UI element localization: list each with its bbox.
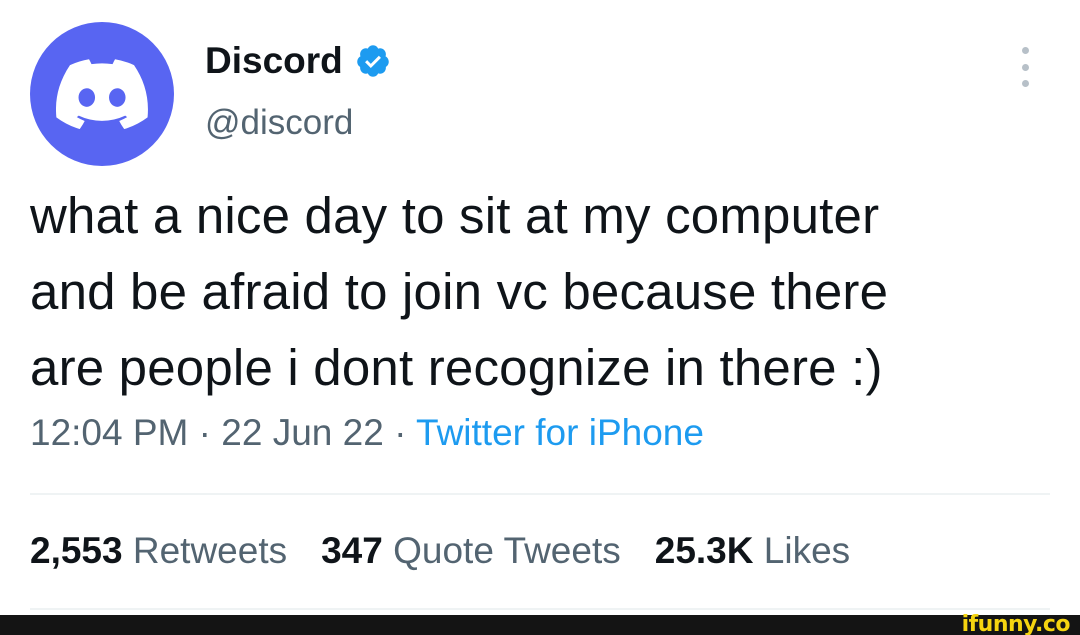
divider: [30, 493, 1050, 495]
more-options-icon[interactable]: [1018, 47, 1032, 87]
watermark-bar: ifunny.co: [0, 612, 1080, 635]
display-name[interactable]: Discord: [205, 40, 343, 82]
watermark: ifunny.co: [961, 612, 1071, 635]
tweet-stats: 2,553 Retweets 347 Quote Tweets 25.3K Li…: [30, 530, 850, 572]
retweets-label: Retweets: [132, 530, 288, 571]
retweets-stat[interactable]: 2,553 Retweets: [30, 530, 287, 572]
quote-tweets-label: Quote Tweets: [393, 530, 621, 571]
tweet-time[interactable]: 12:04 PM: [30, 412, 188, 453]
meta-separator: ·: [394, 412, 407, 453]
discord-logo-icon: [56, 59, 148, 129]
quote-tweets-count: 347: [321, 530, 383, 571]
retweets-count: 2,553: [30, 530, 123, 571]
tweet-meta: 12:04 PM · 22 Jun 22 · Twitter for iPhon…: [30, 412, 704, 454]
quote-tweets-stat[interactable]: 347 Quote Tweets: [321, 530, 621, 572]
divider: [30, 608, 1050, 610]
author-handle[interactable]: @discord: [205, 103, 353, 143]
verified-badge-icon: [357, 45, 389, 77]
avatar[interactable]: [30, 22, 174, 166]
tweet-date[interactable]: 22 Jun 22: [221, 412, 384, 453]
tweet-card: Discord @discord what a nice day to sit …: [0, 0, 1080, 635]
tweet-source[interactable]: Twitter for iPhone: [416, 412, 704, 453]
author-name-row[interactable]: Discord: [205, 40, 391, 82]
likes-count: 25.3K: [654, 530, 754, 571]
meta-separator: ·: [198, 412, 211, 453]
likes-stat[interactable]: 25.3K Likes: [655, 530, 850, 572]
tweet-text: what a nice day to sit at my computer an…: [30, 187, 889, 396]
likes-label: Likes: [763, 530, 851, 571]
